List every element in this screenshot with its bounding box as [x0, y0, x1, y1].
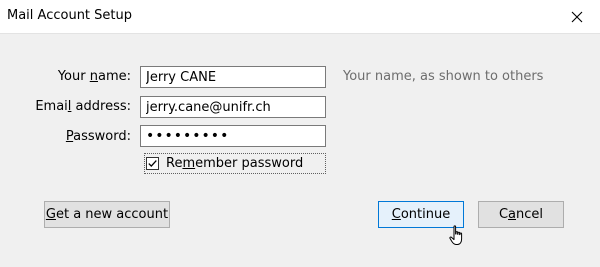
- mail-account-setup-dialog: Mail Account Setup Your name: Your name,…: [0, 0, 600, 267]
- close-button[interactable]: [554, 0, 600, 33]
- remember-password-checkbox[interactable]: [146, 157, 159, 170]
- cancel-button[interactable]: Ca ncel: [478, 201, 564, 228]
- name-label: Your name:: [57, 69, 131, 84]
- window-title: Mail Account Setup: [7, 8, 132, 23]
- checkmark-icon: [148, 160, 157, 168]
- title-bar: Mail Account Setup: [0, 0, 600, 34]
- remember-password-checkbox-row[interactable]: Remember password: [144, 153, 326, 174]
- remember-password-label: Remember password: [166, 156, 304, 171]
- name-hint: Your name, as shown to others: [343, 69, 544, 84]
- email-label: Email address:: [35, 99, 131, 114]
- password-field[interactable]: [140, 125, 326, 147]
- name-field[interactable]: [140, 66, 326, 88]
- email-field[interactable]: [140, 96, 326, 118]
- get-new-account-button[interactable]: Get a new account: [44, 201, 170, 228]
- hand-pointer-icon: [449, 225, 463, 245]
- close-icon: [571, 11, 583, 22]
- continue-button[interactable]: Continue: [378, 201, 464, 228]
- password-label: Password:: [65, 129, 131, 144]
